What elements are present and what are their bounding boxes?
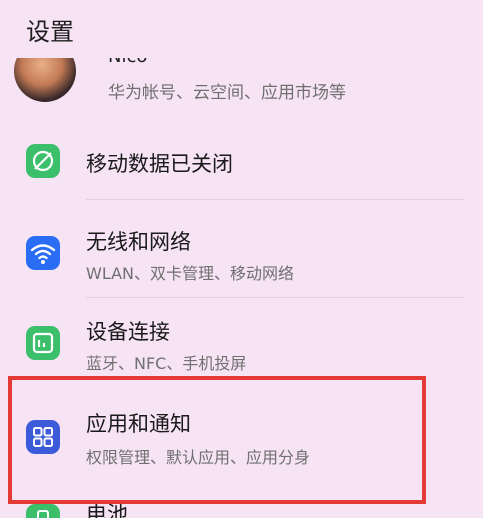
settings-item-device-connection[interactable]: 设备连接 蓝牙、NFC、手机投屏 [0, 300, 483, 382]
settings-item-mobile-data[interactable]: 移动数据已关闭 [0, 124, 483, 200]
settings-screen: Nico 华为帐号、云空间、应用市场等 设置 移动数据已关闭 [0, 0, 483, 518]
item-title: 无线和网络 [86, 230, 191, 254]
device-connection-icon [26, 326, 60, 360]
wifi-icon [26, 236, 60, 270]
account-subtitle: 华为帐号、云空间、应用市场等 [108, 83, 346, 103]
divider [86, 297, 465, 298]
item-subtitle: WLAN、双卡管理、移动网络 [86, 264, 295, 283]
battery-icon [26, 504, 60, 518]
item-title: 移动数据已关闭 [86, 152, 233, 176]
item-title: 设备连接 [86, 320, 170, 344]
header: 设置 [0, 0, 483, 58]
settings-item-wireless[interactable]: 无线和网络 WLAN、双卡管理、移动网络 [0, 208, 483, 298]
item-subtitle: 蓝牙、NFC、手机投屏 [86, 354, 247, 373]
highlight-box [8, 376, 426, 504]
divider [86, 199, 465, 200]
mobile-data-off-icon [26, 144, 60, 178]
page-title: 设置 [26, 18, 74, 46]
